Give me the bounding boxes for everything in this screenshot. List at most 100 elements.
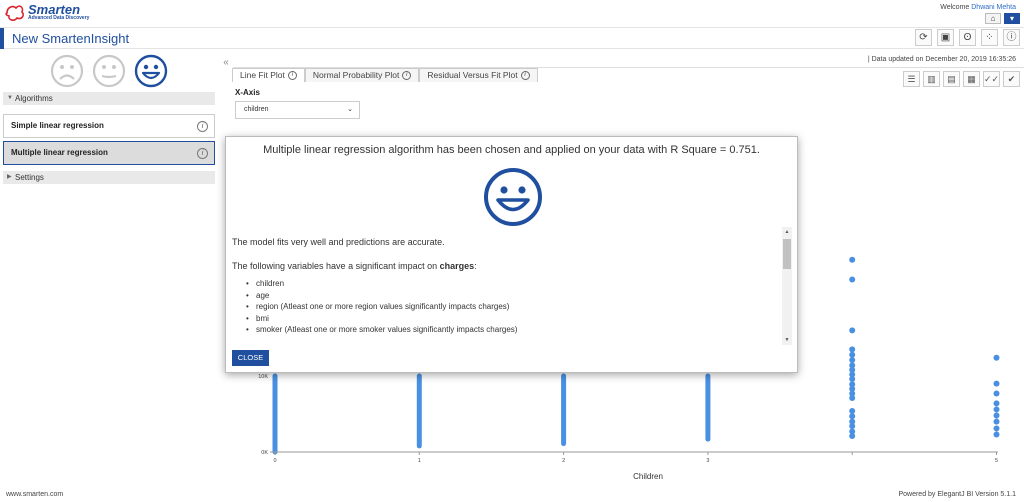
footer-website[interactable]: www.smarten.com <box>6 491 63 498</box>
home-icon: ⌂ <box>990 14 996 23</box>
save-button[interactable]: ▣ <box>937 29 954 46</box>
save-icon: ▣ <box>940 32 951 43</box>
data-point <box>849 413 856 420</box>
algorithm-simple-linear-regression[interactable]: Simple linear regression i <box>3 114 215 138</box>
data-point <box>849 346 856 353</box>
view-tools: ☰ ▥ ▤ ▦ ✓✓ ✔ <box>903 71 1020 87</box>
algorithms-heading: Algorithms <box>15 94 53 103</box>
x-axis-select[interactable]: children ⌄ <box>235 101 360 119</box>
caret-right-icon: ▶ <box>7 174 12 180</box>
user-name-link[interactable]: Dhwani Mehta <box>971 4 1016 11</box>
column-view-button[interactable]: ▥ <box>923 71 940 87</box>
data-point <box>993 400 1000 407</box>
info-icon[interactable]: i <box>287 71 297 80</box>
list-view-button[interactable]: ☰ <box>903 71 920 87</box>
happy-face-icon <box>484 168 542 226</box>
data-point <box>993 406 1000 413</box>
check-icon: ✔ <box>1007 74 1016 84</box>
info-icon: ⓘ <box>1006 32 1017 43</box>
x-axis-title: Children <box>633 472 663 481</box>
x-tick-label: 0 <box>273 458 276 464</box>
list-item: age <box>246 290 517 302</box>
algorithms-section-header[interactable]: ▼ Algorithms <box>3 92 215 105</box>
data-point <box>993 354 1000 361</box>
caret-down-icon: ▾ <box>1009 14 1014 23</box>
data-point <box>849 327 856 334</box>
data-point <box>849 371 856 378</box>
significant-variables-list: children age region (Atleast one or more… <box>246 278 517 336</box>
info-icon[interactable]: i <box>520 71 530 80</box>
tab-label: Normal Probability Plot <box>312 70 400 80</box>
data-point <box>849 351 856 358</box>
data-point <box>849 418 856 425</box>
sentiment-faces <box>50 54 168 88</box>
data-point <box>849 376 856 383</box>
user-menu-button[interactable]: ▾ <box>1004 13 1020 24</box>
sad-face-icon[interactable] <box>50 54 84 88</box>
x-tick-label: 1 <box>418 458 421 464</box>
info-icon[interactable]: i <box>197 121 208 132</box>
x-tick-label: 3 <box>706 458 709 464</box>
smarten-logo[interactable]: Smarten Advanced Data Discovery <box>4 3 89 23</box>
info-icon[interactable]: i <box>402 71 412 80</box>
tab-residual-versus-fit-plot[interactable]: Residual Versus Fit Plot i <box>419 68 538 82</box>
happy-face-icon[interactable] <box>134 54 168 88</box>
y-tick-label: 0K <box>261 450 268 456</box>
collapse-panel-button[interactable]: « <box>219 55 233 71</box>
double-chevron-left-icon: « <box>223 57 229 68</box>
data-point <box>993 380 1000 387</box>
data-updated-value: Data updated on December 20, 2019 16:35:… <box>871 56 1016 63</box>
grid-button[interactable]: ⁘ <box>981 29 998 46</box>
data-point <box>849 390 856 397</box>
dialog-body: The model fits very well and predictions… <box>232 232 787 344</box>
brain-icon: ʘ <box>963 32 972 43</box>
info-icon[interactable]: i <box>197 148 208 159</box>
list-item: region (Atleast one or more region value… <box>246 301 517 313</box>
data-updated-text: | Data updated on December 20, 2019 16:3… <box>867 56 1016 63</box>
tab-line-fit-plot[interactable]: Line Fit Plot i <box>232 68 305 82</box>
page-title: New SmartenInsight <box>12 31 130 46</box>
data-point <box>849 395 856 402</box>
home-button[interactable]: ⌂ <box>985 13 1001 24</box>
scroll-down-arrow-icon[interactable]: ▼ <box>782 336 792 344</box>
refresh-icon: ⟳ <box>919 32 928 43</box>
data-point <box>849 423 856 430</box>
intro-prefix: The following variables have a significa… <box>232 261 440 271</box>
grid-view-button[interactable]: ▦ <box>963 71 980 87</box>
x-tick-label: 2 <box>562 458 565 464</box>
caret-down-icon: ▼ <box>7 95 13 101</box>
tab-label: Line Fit Plot <box>240 70 285 80</box>
insight-button[interactable]: ʘ <box>959 29 976 46</box>
data-point <box>849 433 856 440</box>
y-tick-label: 10K <box>258 374 268 380</box>
x-axis-label: X-Axis <box>235 88 260 97</box>
scroll-up-arrow-icon[interactable]: ▲ <box>782 228 792 236</box>
data-point <box>849 256 856 263</box>
list-item: smoker (Atleast one or more smoker value… <box>246 324 517 336</box>
info-button[interactable]: ⓘ <box>1003 29 1020 46</box>
list-item: children <box>246 278 517 290</box>
footer-powered-by: Powered by ElegantJ BI Version 5.1.1 <box>898 491 1016 498</box>
data-point <box>849 428 856 435</box>
algorithm-label: Simple linear regression <box>11 121 104 130</box>
scroll-thumb[interactable] <box>783 239 791 269</box>
close-button[interactable]: CLOSE <box>232 350 269 366</box>
tab-normal-probability-plot[interactable]: Normal Probability Plot i <box>304 68 420 82</box>
list-item: bmi <box>246 313 517 325</box>
table-view-button[interactable]: ▤ <box>943 71 960 87</box>
x-axis-selected-value: children <box>244 106 269 113</box>
neutral-face-icon[interactable] <box>92 54 126 88</box>
settings-section-header[interactable]: ▶ Settings <box>3 171 215 184</box>
data-point <box>993 425 1000 432</box>
check-button[interactable]: ✔ <box>1003 71 1020 87</box>
welcome-text: Welcome Dhwani Mehta <box>940 4 1016 11</box>
data-point <box>849 276 856 283</box>
grid-icon: ⁘ <box>985 32 994 43</box>
refresh-button[interactable]: ⟳ <box>915 29 932 46</box>
algorithm-multiple-linear-regression[interactable]: Multiple linear regression i <box>3 141 215 165</box>
double-check-button[interactable]: ✓✓ <box>983 71 1000 87</box>
target-variable: charges <box>439 261 475 271</box>
dialog-scrollbar[interactable]: ▲ ▼ <box>782 227 792 345</box>
tab-label: Residual Versus Fit Plot <box>427 70 518 80</box>
table-view-icon: ▤ <box>947 74 956 84</box>
